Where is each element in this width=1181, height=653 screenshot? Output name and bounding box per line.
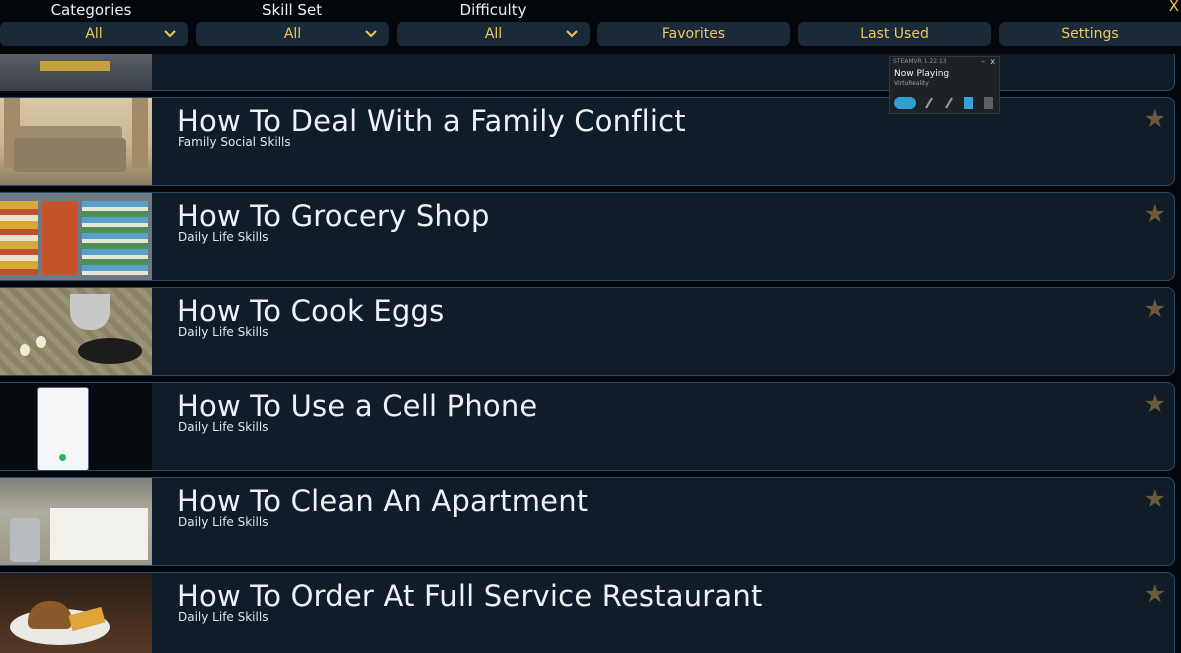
lesson-thumbnail: [0, 573, 152, 653]
list-item[interactable]: How To Order At Full Service Restaurant …: [0, 572, 1175, 653]
lesson-thumbnail: [0, 193, 152, 280]
list-item[interactable]: How To Clean An Apartment Daily Life Ski…: [0, 477, 1175, 566]
star-icon[interactable]: ★: [1144, 104, 1166, 133]
favorites-button[interactable]: Favorites: [597, 22, 790, 46]
lesson-thumbnail: [0, 383, 152, 470]
settings-button[interactable]: Settings: [999, 22, 1181, 46]
lesson-thumbnail: [0, 478, 152, 565]
controller-icon[interactable]: [944, 97, 954, 109]
lesson-category: Daily Life Skills: [178, 515, 269, 529]
difficulty-dropdown[interactable]: All: [397, 22, 590, 46]
categories-value: All: [85, 26, 103, 42]
tracker-icon[interactable]: [984, 97, 993, 109]
lesson-title: How To Grocery Shop: [177, 199, 490, 233]
lesson-thumbnail: [0, 98, 152, 185]
chevron-down-icon: [566, 22, 578, 55]
star-icon[interactable]: ★: [1144, 484, 1166, 513]
categories-label: Categories: [50, 1, 132, 19]
star-icon[interactable]: ★: [1144, 579, 1166, 608]
lesson-title: How To Deal With a Family Conflict: [177, 104, 686, 138]
close-button[interactable]: X: [1169, 0, 1179, 15]
lesson-list[interactable]: How To Deal With a Family Conflict Famil…: [0, 54, 1181, 653]
skill-set-value: All: [283, 26, 302, 42]
lesson-category: Daily Life Skills: [178, 610, 269, 624]
star-icon[interactable]: ★: [1144, 294, 1166, 323]
lesson-category: Daily Life Skills: [178, 420, 269, 434]
star-icon[interactable]: ★: [1144, 199, 1166, 228]
overlay-close-button[interactable]: x: [990, 57, 995, 66]
difficulty-value: All: [484, 26, 503, 42]
list-item[interactable]: How To Cook Eggs Daily Life Skills ★: [0, 287, 1175, 376]
categories-dropdown[interactable]: All: [0, 22, 188, 46]
overlay-subtitle: VirtuReality: [894, 80, 929, 87]
lesson-thumbnail: [0, 288, 152, 375]
star-icon[interactable]: ★: [1144, 389, 1166, 418]
difficulty-label: Difficulty: [459, 1, 527, 19]
lesson-category: Daily Life Skills: [178, 325, 269, 339]
skill-set-dropdown[interactable]: All: [196, 22, 389, 46]
overlay-title: Now Playing: [894, 69, 950, 79]
controller-icon[interactable]: [924, 97, 934, 109]
base-station-icon[interactable]: [964, 97, 973, 109]
minimize-button[interactable]: –: [981, 57, 985, 66]
last-used-button[interactable]: Last Used: [798, 22, 991, 46]
lesson-title: How To Cook Eggs: [177, 294, 445, 328]
list-item[interactable]: How To Use a Cell Phone Daily Life Skill…: [0, 382, 1175, 471]
chevron-down-icon: [164, 22, 176, 55]
now-playing-overlay[interactable]: STEAMVR 1.22.13 – x Now Playing VirtuRea…: [889, 56, 1000, 114]
skill-set-label: Skill Set: [261, 1, 323, 19]
chevron-down-icon: [365, 22, 377, 55]
lesson-title: How To Clean An Apartment: [177, 484, 589, 518]
overlay-header: STEAMVR 1.22.13: [893, 58, 947, 65]
lesson-thumbnail: [0, 54, 152, 90]
lesson-title: How To Use a Cell Phone: [177, 389, 538, 423]
lesson-category: Family Social Skills: [178, 135, 291, 149]
lesson-title: How To Order At Full Service Restaurant: [177, 579, 763, 613]
list-item[interactable]: How To Grocery Shop Daily Life Skills ★: [0, 192, 1175, 281]
headset-icon[interactable]: [894, 97, 916, 109]
lesson-category: Daily Life Skills: [178, 230, 269, 244]
